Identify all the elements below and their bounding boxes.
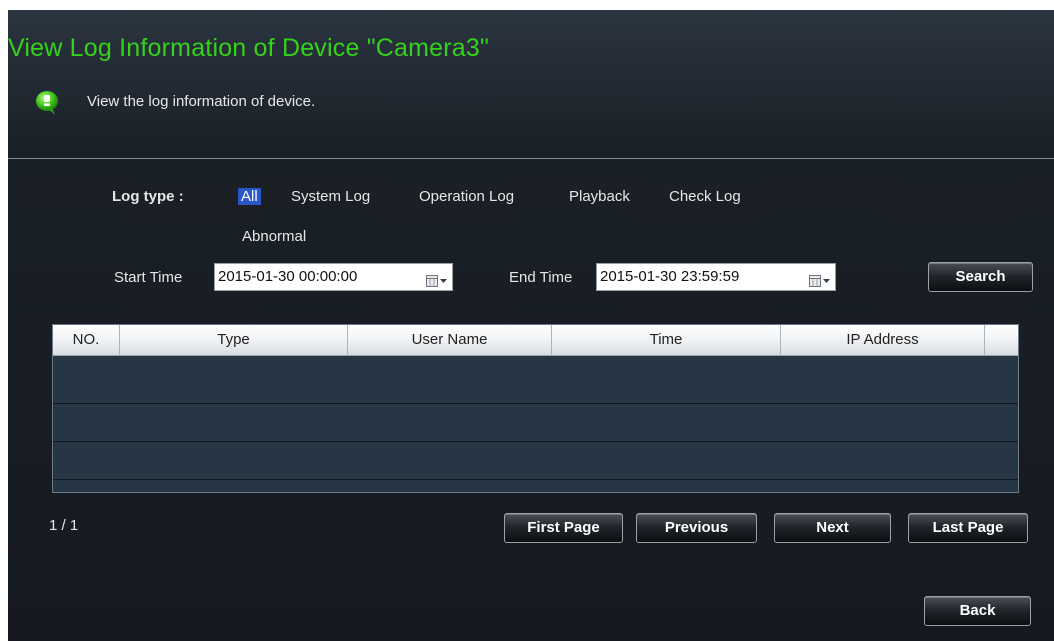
end-time-value: 2015-01-30 23:59:59 xyxy=(600,268,740,285)
last-page-button[interactable]: Last Page xyxy=(908,513,1028,543)
log-type-system-log[interactable]: System Log xyxy=(291,188,370,205)
header-divider xyxy=(8,158,1054,159)
page-title: View Log Information of Device "Camera3" xyxy=(8,34,490,62)
table-header: NO. Type User Name Time IP Address xyxy=(53,325,1018,356)
column-header-user-name[interactable]: User Name xyxy=(348,325,552,355)
log-type-check-log[interactable]: Check Log xyxy=(669,188,741,205)
table-row-divider xyxy=(53,479,1018,480)
info-bubble-icon xyxy=(35,90,61,116)
column-header-time[interactable]: Time xyxy=(552,325,781,355)
column-header-type[interactable]: Type xyxy=(120,325,348,355)
previous-button[interactable]: Previous xyxy=(636,513,757,543)
column-header-filler xyxy=(985,325,1018,355)
log-type-abnormal[interactable]: Abnormal xyxy=(242,228,306,245)
start-time-label: Start Time xyxy=(114,269,183,286)
end-time-field[interactable]: 2015-01-30 23:59:59 xyxy=(596,263,836,291)
page-indicator: 1 / 1 xyxy=(49,517,79,534)
search-button[interactable]: Search xyxy=(928,262,1033,292)
start-time-value: 2015-01-30 00:00:00 xyxy=(218,268,358,285)
log-type-all[interactable]: All xyxy=(238,188,261,205)
calendar-dropdown-icon[interactable] xyxy=(809,271,831,287)
log-dialog: View Log Information of Device "Camera3"… xyxy=(8,10,1054,641)
log-type-label: Log type : xyxy=(112,188,184,205)
start-time-field[interactable]: 2015-01-30 00:00:00 xyxy=(214,263,453,291)
log-table: NO. Type User Name Time IP Address xyxy=(52,324,1019,493)
end-time-label: End Time xyxy=(509,269,573,286)
table-row-divider xyxy=(53,403,1018,404)
calendar-dropdown-icon[interactable] xyxy=(426,271,448,287)
column-header-no[interactable]: NO. xyxy=(53,325,120,355)
log-type-operation-log[interactable]: Operation Log xyxy=(419,188,514,205)
next-button[interactable]: Next xyxy=(774,513,891,543)
first-page-button[interactable]: First Page xyxy=(504,513,623,543)
table-row-divider xyxy=(53,441,1018,442)
log-type-playback[interactable]: Playback xyxy=(569,188,630,205)
back-button[interactable]: Back xyxy=(924,596,1031,626)
column-header-ip-address[interactable]: IP Address xyxy=(781,325,985,355)
page-description: View the log information of device. xyxy=(87,93,316,110)
